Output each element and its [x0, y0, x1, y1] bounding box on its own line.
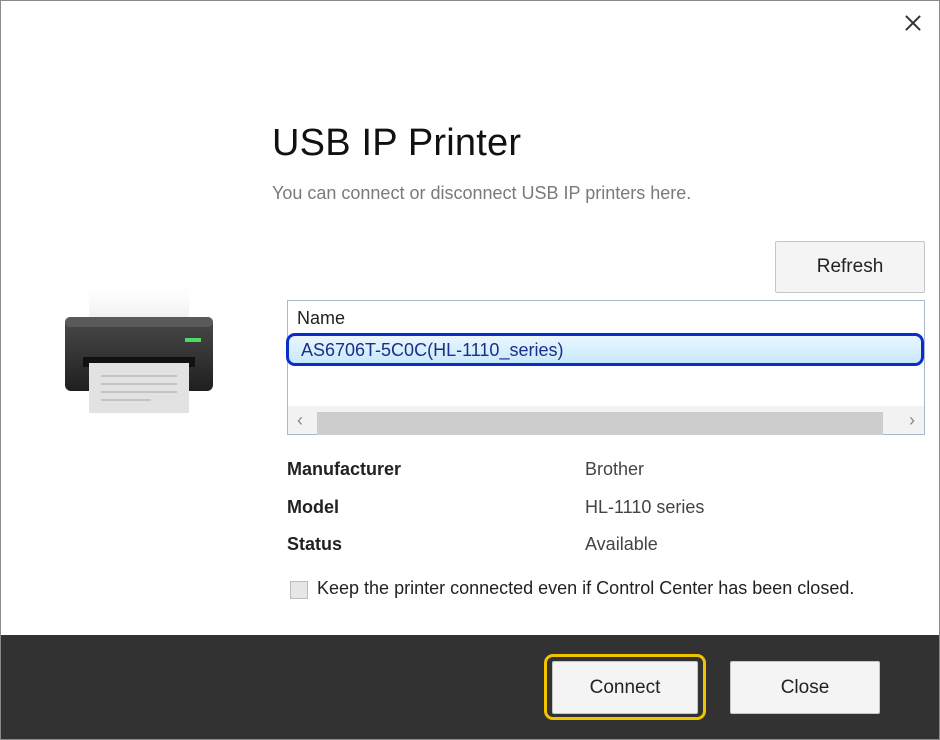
printer-icon: [65, 279, 213, 413]
list-item[interactable]: AS6706T-5C0C(HL-1110_series): [286, 333, 924, 366]
manufacturer-label: Manufacturer: [287, 459, 402, 479]
model-value: HL-1110 series: [585, 497, 705, 517]
printer-list[interactable]: Name AS6706T-5C0C(HL-1110_series) ‹ ›: [286, 300, 925, 435]
refresh-button[interactable]: Refresh: [775, 241, 925, 293]
column-header-name[interactable]: Name: [297, 308, 345, 329]
scroll-left-icon[interactable]: ‹: [297, 411, 303, 429]
close-button[interactable]: Close: [730, 661, 880, 714]
dialog-title: USB IP Printer: [272, 122, 522, 164]
usb-ip-printer-dialog: USB IP Printer You can connect or discon…: [0, 0, 940, 740]
keep-connected-checkbox[interactable]: [290, 581, 308, 599]
dialog-subtitle: You can connect or disconnect USB IP pri…: [272, 183, 692, 203]
scrollbar-thumb[interactable]: [317, 412, 883, 435]
horizontal-scrollbar[interactable]: ‹ ›: [288, 406, 924, 435]
status-value: Available: [585, 534, 658, 554]
status-label: Status: [287, 534, 343, 554]
list-item-label: AS6706T-5C0C(HL-1110_series): [301, 340, 564, 360]
connect-button[interactable]: Connect: [552, 661, 698, 714]
manufacturer-value: Brother: [585, 459, 645, 479]
close-icon[interactable]: [903, 13, 923, 33]
model-label: Model: [287, 497, 339, 517]
keep-connected-label[interactable]: Keep the printer connected even if Contr…: [317, 578, 854, 599]
scroll-right-icon[interactable]: ›: [909, 411, 915, 429]
